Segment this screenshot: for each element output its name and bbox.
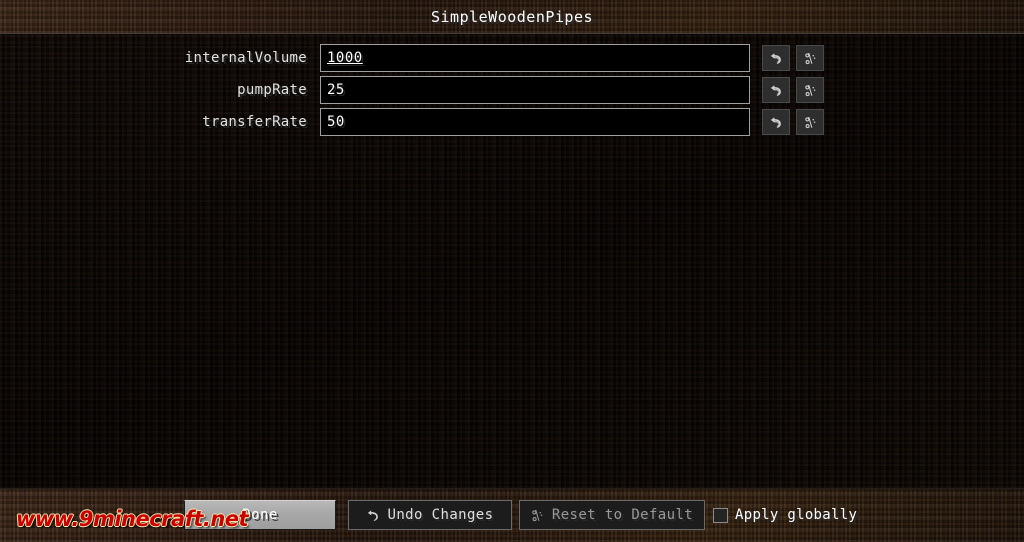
- option-value: 25: [327, 82, 345, 98]
- option-row: internalVolume 1000: [0, 42, 1024, 74]
- options-list: internalVolume 1000 pumpRate 25 transfer…: [0, 42, 1024, 138]
- option-label: transferRate: [202, 114, 307, 130]
- option-undo-button[interactable]: [762, 77, 790, 103]
- option-undo-button[interactable]: [762, 45, 790, 71]
- undo-changes-label: Undo Changes: [387, 507, 494, 523]
- option-undo-button[interactable]: [762, 109, 790, 135]
- option-input-transferrate[interactable]: 50: [320, 108, 750, 136]
- undo-arrow-icon: [770, 52, 783, 64]
- page-title: SimpleWoodenPipes: [430, 8, 594, 26]
- option-value: 1000: [327, 50, 363, 66]
- option-row: transferRate 50: [0, 106, 1024, 138]
- reset-to-default-button[interactable]: Reset to Default: [519, 500, 705, 530]
- apply-globally-label: Apply globally: [735, 507, 858, 523]
- minecraft-config-screen: SimpleWoodenPipes internalVolume 1000 pu…: [0, 0, 1024, 542]
- undo-arrow-icon: [770, 116, 783, 128]
- option-reset-button[interactable]: [796, 109, 824, 135]
- option-value: 50: [327, 114, 345, 130]
- reset-key-icon: [531, 509, 544, 522]
- option-label: internalVolume: [184, 50, 307, 66]
- reset-to-default-label: Reset to Default: [551, 507, 694, 523]
- option-row: pumpRate 25: [0, 74, 1024, 106]
- option-reset-button[interactable]: [796, 45, 824, 71]
- apply-globally-checkbox[interactable]: [713, 507, 728, 523]
- reset-key-icon: [804, 84, 817, 97]
- apply-globally-control[interactable]: Apply globally: [713, 500, 857, 530]
- option-input-pumprate[interactable]: 25: [320, 76, 750, 104]
- reset-key-icon: [804, 52, 817, 65]
- option-reset-button[interactable]: [796, 77, 824, 103]
- site-watermark: www.9minecraft.net: [16, 507, 249, 532]
- option-input-internalvolume[interactable]: 1000: [320, 44, 750, 72]
- undo-arrow-icon: [367, 509, 380, 521]
- title-bar: SimpleWoodenPipes: [0, 0, 1024, 34]
- option-label: pumpRate: [237, 82, 307, 98]
- undo-changes-button[interactable]: Undo Changes: [348, 500, 512, 530]
- undo-arrow-icon: [770, 84, 783, 96]
- reset-key-icon: [804, 116, 817, 129]
